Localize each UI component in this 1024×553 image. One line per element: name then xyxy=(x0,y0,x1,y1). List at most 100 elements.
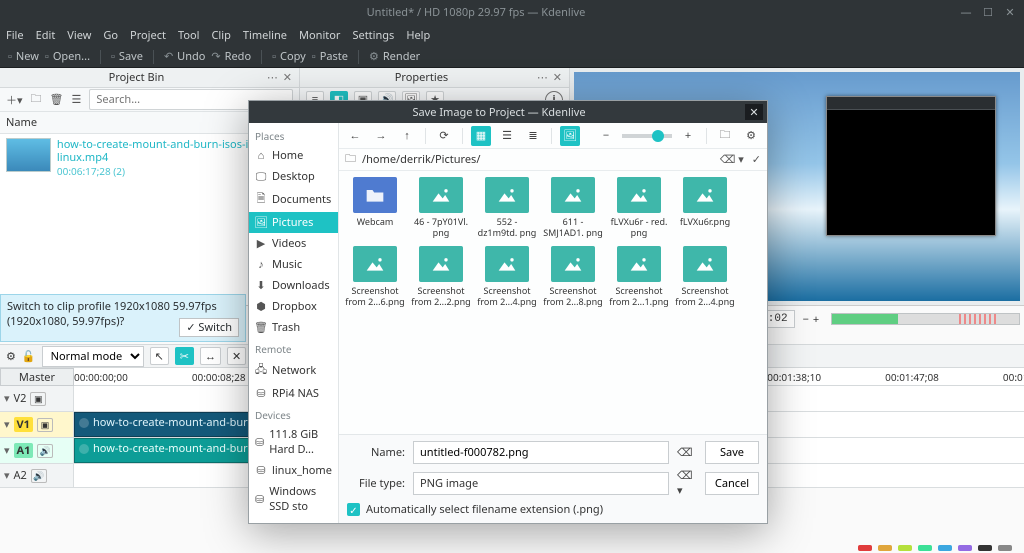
image-tile[interactable]: Screenshot from 2...4.png xyxy=(675,246,735,307)
cancel-button[interactable]: Cancel xyxy=(705,472,759,495)
new-button[interactable]: ▫New xyxy=(8,49,39,64)
color-pill[interactable] xyxy=(898,545,912,551)
color-pill[interactable] xyxy=(918,545,932,551)
render-button[interactable]: ⚙Render xyxy=(369,49,420,64)
menu-file[interactable]: File xyxy=(6,28,24,43)
forward-icon[interactable]: → xyxy=(371,126,391,146)
places-item-dropbox[interactable]: ⬢Dropbox xyxy=(249,296,338,317)
clear-path-icon[interactable]: ⌫ ▾ xyxy=(720,152,744,167)
places-item-pictures[interactable]: 🖼Pictures xyxy=(249,212,338,233)
menu-project[interactable]: Project xyxy=(130,28,166,43)
speaker-icon[interactable]: 🔊 xyxy=(37,444,53,458)
filetype-dropdown-icon[interactable]: ⌫ ▾ xyxy=(677,468,697,498)
menu-monitor[interactable]: Monitor xyxy=(299,28,340,43)
panel-more-icon[interactable]: ⋯ ✕ xyxy=(267,70,293,85)
detail-view-icon[interactable]: ≣ xyxy=(523,126,543,146)
zoom-slider[interactable] xyxy=(622,134,672,138)
minimize-icon[interactable]: — xyxy=(960,6,972,18)
add-clip-icon[interactable]: ＋▾ xyxy=(6,92,23,108)
image-tile[interactable]: 611 - SMJ1AD1. png xyxy=(543,177,603,238)
edit-mode-select[interactable]: Normal mode xyxy=(42,346,144,367)
paste-button[interactable]: ▫Paste xyxy=(312,49,348,64)
tag-icon[interactable]: ☰ xyxy=(72,92,82,107)
menu-tool[interactable]: Tool xyxy=(178,28,200,43)
menu-help[interactable]: Help xyxy=(406,28,430,43)
places-item-network[interactable]: 🖧Network xyxy=(249,358,338,383)
folder-tile[interactable]: Webcam xyxy=(345,177,405,238)
mute-icon[interactable]: ▣ xyxy=(30,392,46,406)
delete-icon[interactable]: 🗑 xyxy=(50,92,64,107)
color-pill[interactable] xyxy=(858,545,872,551)
switch-profile-button[interactable]: Switch xyxy=(179,318,239,337)
up-icon[interactable]: ↑ xyxy=(397,126,417,146)
copy-button[interactable]: ▫Copy xyxy=(272,49,306,64)
menu-clip[interactable]: Clip xyxy=(211,28,230,43)
reload-icon[interactable]: ⟳ xyxy=(434,126,454,146)
places-item-linux-home[interactable]: ⛁linux_home xyxy=(249,460,338,481)
clear-name-icon[interactable]: ⌫ xyxy=(677,445,697,460)
mute-icon[interactable]: ▣ xyxy=(37,418,53,432)
menu-edit[interactable]: Edit xyxy=(36,28,56,43)
menu-view[interactable]: View xyxy=(67,28,91,43)
preview-icon[interactable]: 🖼 xyxy=(560,126,580,146)
compact-view-icon[interactable]: ☰ xyxy=(497,126,517,146)
panel-more-icon[interactable]: ⋯ ✕ xyxy=(537,70,563,85)
mon-plus-icon[interactable]: + xyxy=(813,312,819,327)
zoom-in-icon[interactable]: + xyxy=(678,126,698,146)
menu-go[interactable]: Go xyxy=(103,28,118,43)
razor-tool-icon[interactable]: ✂ xyxy=(175,347,194,365)
pointer-tool-icon[interactable]: ↖ xyxy=(150,347,169,365)
new-folder-icon[interactable]: 🗀 xyxy=(715,126,735,146)
color-pill[interactable] xyxy=(938,545,952,551)
close-icon[interactable]: ✕ xyxy=(1004,6,1016,18)
close-tool-icon[interactable]: ✕ xyxy=(227,347,246,365)
maximize-icon[interactable]: ☐ xyxy=(982,6,994,18)
filename-input[interactable] xyxy=(413,441,669,464)
open-button[interactable]: ▫Open... xyxy=(45,49,90,64)
image-tile[interactable]: Screenshot from 2...2.png xyxy=(411,246,471,307)
icon-view-icon[interactable]: ▦ xyxy=(471,126,491,146)
places-item-rpi4-nas[interactable]: ⛁RPi4 NAS xyxy=(249,383,338,404)
file-grid[interactable]: Webcam46 - 7pY01Vl. png552 - dz1m9td. pn… xyxy=(339,171,767,434)
undo-button[interactable]: ↶Undo xyxy=(164,49,205,64)
unlock-icon[interactable]: 🔓 xyxy=(22,349,36,364)
image-tile[interactable]: 46 - 7pY01Vl. png xyxy=(411,177,471,238)
places-item-111-8-gib-hard-d-[interactable]: ⛁111.8 GiB Hard D... xyxy=(249,424,338,460)
image-tile[interactable]: fLVXu6r.png xyxy=(675,177,735,238)
image-tile[interactable]: Screenshot from 2...8.png xyxy=(543,246,603,307)
gear-icon[interactable]: ⚙ xyxy=(6,349,16,364)
redo-button[interactable]: ↷Redo xyxy=(211,49,251,64)
image-tile[interactable]: fLVXu6r - red. png xyxy=(609,177,669,238)
folder-icon[interactable]: 🗀 xyxy=(31,90,42,109)
save-file-button[interactable]: Save xyxy=(705,441,759,464)
spacer-tool-icon[interactable]: ↔ xyxy=(200,347,221,365)
image-tile[interactable]: Screenshot from 2...1.png xyxy=(609,246,669,307)
places-item-trash[interactable]: 🗑Trash xyxy=(249,317,338,338)
places-item-downloads[interactable]: ⬇Downloads xyxy=(249,275,338,296)
menu-settings[interactable]: Settings xyxy=(352,28,394,43)
color-pill[interactable] xyxy=(978,545,992,551)
places-item-home[interactable]: ⌂Home xyxy=(249,145,338,166)
settings-icon[interactable]: ⚙ xyxy=(741,126,761,146)
color-pill[interactable] xyxy=(998,545,1012,551)
zoom-out-icon[interactable]: − xyxy=(596,126,616,146)
image-tile[interactable]: Screenshot from 2...6.png xyxy=(345,246,405,307)
mon-minus-icon[interactable]: − xyxy=(803,312,809,327)
auto-extension-checkbox[interactable]: ✓ xyxy=(347,503,360,516)
path-text[interactable]: /home/derrik/Pictures/ xyxy=(362,152,714,167)
back-icon[interactable]: ← xyxy=(345,126,365,146)
places-item-documents[interactable]: 🗎Documents xyxy=(249,187,338,212)
menu-timeline[interactable]: Timeline xyxy=(243,28,287,43)
speaker-icon[interactable]: 🔊 xyxy=(31,469,47,483)
filetype-select[interactable]: PNG image xyxy=(413,472,669,495)
color-pill[interactable] xyxy=(878,545,892,551)
image-tile[interactable]: Screenshot from 2...4.png xyxy=(477,246,537,307)
save-button[interactable]: ▫Save xyxy=(111,49,143,64)
monitor-scrub-bar[interactable] xyxy=(831,313,1020,325)
image-tile[interactable]: 552 - dz1m9td. png xyxy=(477,177,537,238)
color-pill[interactable] xyxy=(958,545,972,551)
places-item-videos[interactable]: ▶Videos xyxy=(249,233,338,254)
master-tab[interactable]: Master xyxy=(0,368,74,386)
accept-path-icon[interactable]: ✓ xyxy=(752,152,761,167)
dialog-titlebar[interactable]: Save Image to Project — Kdenlive ✕ xyxy=(249,101,767,123)
